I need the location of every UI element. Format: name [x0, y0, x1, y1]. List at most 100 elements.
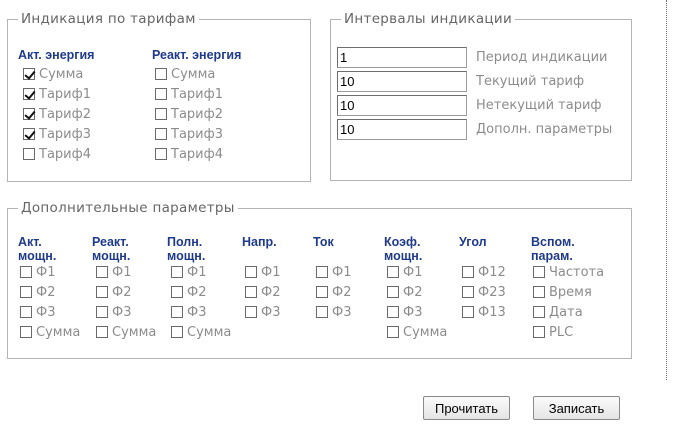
- reactive-energy-option[interactable]: Тариф1: [155, 85, 223, 103]
- extra-param-option[interactable]: Ф3: [316, 303, 351, 321]
- reactive-energy-option[interactable]: Тариф2: [155, 105, 223, 123]
- extra-param-option[interactable]: Ф23: [462, 283, 506, 301]
- reactive-energy-option-checkbox[interactable]: [155, 68, 167, 80]
- extra-param-option-checkbox[interactable]: [20, 286, 32, 298]
- extra-param-option-checkbox[interactable]: [171, 326, 183, 338]
- extra-column-header: Коэф. мощн.: [384, 235, 422, 263]
- active-energy-option-checkbox[interactable]: [23, 88, 35, 100]
- extra-param-option-checkbox[interactable]: [20, 306, 32, 318]
- extra-column-header-line: Акт.: [18, 235, 42, 249]
- extra-param-option[interactable]: Частота: [533, 263, 604, 281]
- extra-param-option-label: Ф3: [112, 304, 132, 320]
- extra-param-option-label: Ф2: [36, 284, 56, 300]
- reactive-energy-option-checkbox[interactable]: [155, 88, 167, 100]
- extra-param-option-checkbox[interactable]: [533, 286, 545, 298]
- active-energy-option-checkbox[interactable]: [23, 128, 35, 140]
- non-current-tariff-input[interactable]: [337, 95, 467, 116]
- extra-param-option[interactable]: Ф2: [20, 283, 55, 301]
- reactive-energy-option[interactable]: Тариф4: [155, 145, 223, 163]
- extra-param-option-checkbox[interactable]: [387, 266, 399, 278]
- extra-param-option[interactable]: Ф1: [387, 263, 422, 281]
- extra-param-option-checkbox[interactable]: [462, 266, 474, 278]
- extra-column-header: Акт. мощн.: [18, 235, 56, 263]
- extra-param-option-label: Ф3: [261, 304, 281, 320]
- extra-param-option-checkbox[interactable]: [96, 286, 108, 298]
- extra-param-option-checkbox[interactable]: [316, 286, 328, 298]
- active-energy-option[interactable]: Тариф4: [23, 145, 91, 163]
- extra-param-option-checkbox[interactable]: [96, 326, 108, 338]
- extra-param-option-checkbox[interactable]: [171, 306, 183, 318]
- extra-param-option[interactable]: Ф13: [462, 303, 506, 321]
- extra-param-option[interactable]: Ф12: [462, 263, 506, 281]
- extra-param-option[interactable]: Ф1: [20, 263, 55, 281]
- extra-param-option-checkbox[interactable]: [462, 306, 474, 318]
- extra-param-option[interactable]: Ф1: [316, 263, 351, 281]
- extra-param-option-checkbox[interactable]: [462, 286, 474, 298]
- extra-param-option-checkbox[interactable]: [20, 326, 32, 338]
- extra-param-option[interactable]: Ф3: [245, 303, 280, 321]
- reactive-energy-option-checkbox[interactable]: [155, 148, 167, 160]
- extra-column-header-line: мощн.: [18, 249, 57, 263]
- extra-param-option[interactable]: Сумма: [171, 323, 231, 341]
- extra-column-header-line: Ток: [313, 235, 334, 249]
- active-energy-option-checkbox[interactable]: [23, 148, 35, 160]
- extra-param-option-checkbox[interactable]: [96, 266, 108, 278]
- extra-param-option[interactable]: Ф3: [96, 303, 131, 321]
- extra-params-interval-label: Дополн. параметры: [476, 122, 613, 137]
- active-energy-option[interactable]: Тариф3: [23, 125, 91, 143]
- extra-param-option[interactable]: Ф2: [245, 283, 280, 301]
- extra-param-option[interactable]: Ф3: [387, 303, 422, 321]
- extra-param-option-checkbox[interactable]: [316, 266, 328, 278]
- extra-param-option-label: Ф2: [187, 284, 207, 300]
- extra-param-option-checkbox[interactable]: [171, 266, 183, 278]
- indication-intervals-legend: Интервалы индикации: [341, 11, 516, 27]
- extra-param-option-checkbox[interactable]: [387, 326, 399, 338]
- extra-param-option[interactable]: Сумма: [387, 323, 447, 341]
- active-energy-option[interactable]: Тариф2: [23, 105, 91, 123]
- extra-param-option-checkbox[interactable]: [245, 306, 257, 318]
- reactive-energy-option[interactable]: Сумма: [155, 65, 215, 83]
- extra-param-option-label: Ф23: [478, 284, 506, 300]
- extra-param-option-checkbox[interactable]: [387, 306, 399, 318]
- reactive-energy-option-checkbox[interactable]: [155, 128, 167, 140]
- active-energy-header: Акт. энергия: [18, 48, 95, 62]
- current-tariff-input[interactable]: [337, 71, 467, 92]
- extra-param-option[interactable]: Ф2: [96, 283, 131, 301]
- extra-param-option[interactable]: Время: [533, 283, 592, 301]
- reactive-energy-header: Реакт. энергия: [152, 48, 242, 62]
- extra-param-option[interactable]: Ф3: [20, 303, 55, 321]
- extra-param-option-checkbox[interactable]: [387, 286, 399, 298]
- extra-param-option[interactable]: Ф3: [171, 303, 206, 321]
- active-energy-option-checkbox[interactable]: [23, 108, 35, 120]
- extra-params-interval-input[interactable]: [337, 119, 467, 140]
- extra-param-option-checkbox[interactable]: [245, 266, 257, 278]
- extra-param-option[interactable]: Ф1: [245, 263, 280, 281]
- active-energy-option[interactable]: Сумма: [23, 65, 83, 83]
- extra-parameters-legend: Дополнительные параметры: [18, 200, 238, 216]
- extra-param-option-checkbox[interactable]: [533, 266, 545, 278]
- extra-param-option[interactable]: Ф1: [171, 263, 206, 281]
- extra-param-option-checkbox[interactable]: [316, 306, 328, 318]
- extra-param-option-checkbox[interactable]: [171, 286, 183, 298]
- write-button[interactable]: Записать: [533, 396, 620, 420]
- extra-param-option[interactable]: Ф2: [387, 283, 422, 301]
- extra-param-option[interactable]: Дата: [533, 303, 583, 321]
- extra-param-option-checkbox[interactable]: [533, 306, 545, 318]
- active-energy-option-checkbox[interactable]: [23, 68, 35, 80]
- extra-param-option-checkbox[interactable]: [533, 326, 545, 338]
- extra-param-option[interactable]: Ф1: [96, 263, 131, 281]
- extra-param-option-checkbox[interactable]: [96, 306, 108, 318]
- extra-param-option[interactable]: PLC: [533, 323, 573, 341]
- indication-period-input[interactable]: [337, 47, 467, 68]
- extra-param-option[interactable]: Ф2: [316, 283, 351, 301]
- extra-column-header: Ток: [313, 235, 334, 249]
- extra-param-option[interactable]: Сумма: [20, 323, 80, 341]
- read-button[interactable]: Прочитать: [423, 396, 510, 420]
- reactive-energy-option[interactable]: Тариф3: [155, 125, 223, 143]
- active-energy-option[interactable]: Тариф1: [23, 85, 91, 103]
- reactive-energy-option-checkbox[interactable]: [155, 108, 167, 120]
- extra-param-option-checkbox[interactable]: [245, 286, 257, 298]
- extra-param-option[interactable]: Сумма: [96, 323, 156, 341]
- extra-param-option-checkbox[interactable]: [20, 266, 32, 278]
- extra-param-option[interactable]: Ф2: [171, 283, 206, 301]
